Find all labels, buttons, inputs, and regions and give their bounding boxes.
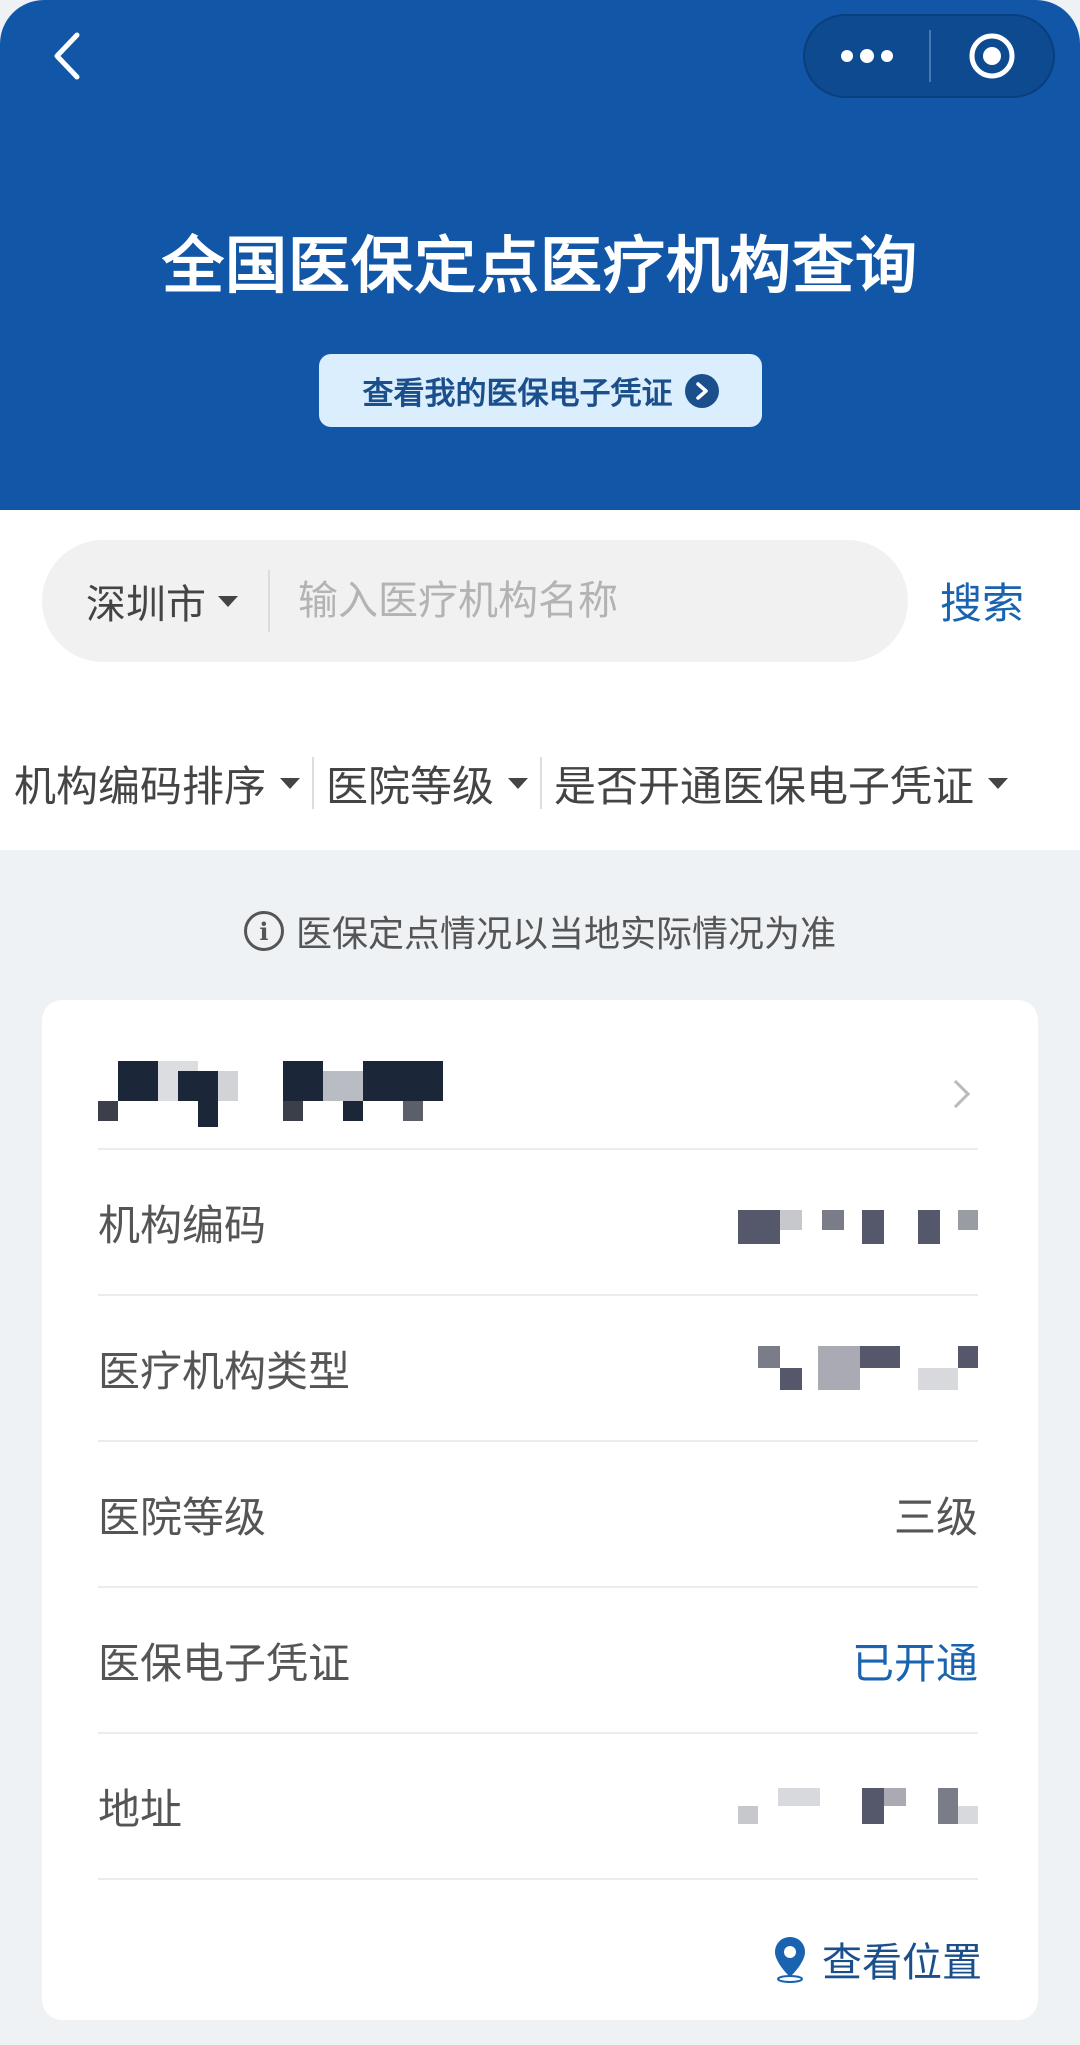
search-area: 深圳市 搜索 机构编码排序 医院等级 是否开通医保电子凭证 bbox=[0, 510, 1080, 850]
institution-name-row[interactable] bbox=[98, 1040, 978, 1150]
more-dots-icon bbox=[841, 49, 893, 63]
city-selector[interactable]: 深圳市 bbox=[42, 540, 268, 662]
row-voucher-status: 医保电子凭证 已开通 bbox=[98, 1588, 978, 1734]
filter-voucher-enabled[interactable]: 是否开通医保电子凭证 bbox=[554, 753, 1009, 814]
target-circle-icon bbox=[969, 33, 1015, 79]
filter-divider bbox=[312, 757, 315, 809]
row-label: 医院等级 bbox=[98, 1492, 267, 1542]
back-button[interactable] bbox=[36, 26, 96, 86]
filter-label: 是否开通医保电子凭证 bbox=[554, 761, 975, 811]
city-label: 深圳市 bbox=[86, 582, 206, 628]
row-institution-type: 医疗机构类型 bbox=[98, 1296, 978, 1442]
row-hospital-level: 医院等级 三级 bbox=[98, 1442, 978, 1588]
row-label: 机构编码 bbox=[98, 1200, 267, 1250]
header: 全国医保定点医疗机构查询 查看我的医保电子凭证 bbox=[0, 0, 1080, 510]
filter-divider bbox=[540, 757, 543, 809]
page-title: 全国医保定点医疗机构查询 bbox=[161, 229, 918, 302]
more-button[interactable] bbox=[805, 16, 929, 96]
institution-type-redacted bbox=[758, 1346, 978, 1390]
voucher-status-value: 已开通 bbox=[851, 1638, 978, 1688]
row-label: 医疗机构类型 bbox=[98, 1346, 351, 1396]
info-icon: i bbox=[243, 911, 284, 951]
location-pin-icon bbox=[775, 1937, 805, 1983]
filter-bar: 机构编码排序 医院等级 是否开通医保电子凭证 bbox=[0, 728, 1080, 838]
chevron-left-icon bbox=[54, 32, 80, 80]
row-label: 地址 bbox=[98, 1784, 183, 1834]
institution-card[interactable]: 机构编码 医疗机构类型 医院等级 三级 医保电子凭证 已开通 地址 查看位置 bbox=[42, 1000, 1038, 2020]
row-address: 地址 bbox=[98, 1734, 978, 1880]
view-location-link[interactable]: 查看位置 bbox=[772, 1930, 982, 1988]
caret-down-icon bbox=[280, 777, 301, 789]
view-voucher-button[interactable]: 查看我的医保电子凭证 bbox=[319, 354, 762, 427]
caret-down-icon bbox=[988, 777, 1009, 789]
filter-label: 机构编码排序 bbox=[14, 761, 267, 811]
chevron-right-circle-icon bbox=[684, 373, 719, 408]
filter-sort-by-code[interactable]: 机构编码排序 bbox=[0, 753, 301, 814]
institution-name-redacted bbox=[98, 1061, 488, 1127]
caret-down-icon bbox=[218, 595, 238, 607]
notice: i 医保定点情况以当地实际情况为准 bbox=[0, 905, 1080, 957]
filter-hospital-level[interactable]: 医院等级 bbox=[326, 753, 529, 814]
row-institution-code: 机构编码 bbox=[98, 1150, 978, 1296]
filter-label: 医院等级 bbox=[326, 761, 495, 811]
notice-text: 医保定点情况以当地实际情况为准 bbox=[295, 914, 836, 955]
hospital-level-value: 三级 bbox=[893, 1492, 978, 1542]
row-label: 医保电子凭证 bbox=[98, 1638, 351, 1688]
miniapp-capsule bbox=[803, 14, 1055, 98]
search-box: 深圳市 bbox=[42, 540, 908, 662]
institution-code-redacted bbox=[738, 1200, 978, 1244]
chevron-right-icon bbox=[941, 1079, 971, 1109]
search-input[interactable] bbox=[270, 540, 908, 662]
view-location-label: 查看位置 bbox=[822, 1940, 982, 1986]
view-voucher-label: 查看我的医保电子凭证 bbox=[362, 376, 673, 412]
close-miniapp-button[interactable] bbox=[931, 16, 1053, 96]
search-button[interactable]: 搜索 bbox=[940, 570, 1024, 631]
address-redacted bbox=[738, 1784, 978, 1828]
caret-down-icon bbox=[508, 777, 529, 789]
